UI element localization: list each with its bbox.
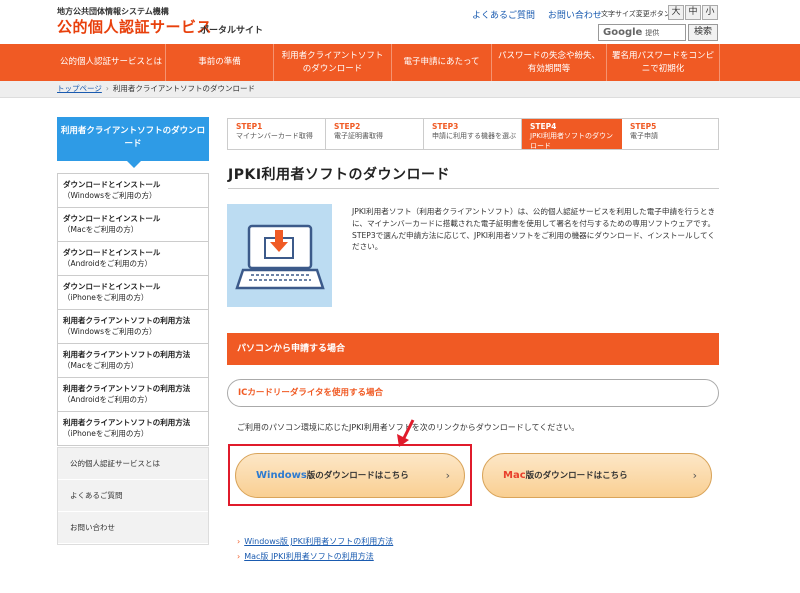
breadcrumb-current: 利用者クライアントソフトのダウンロード: [112, 84, 256, 93]
sidebar-item-sub: （Androidをご利用の方）: [63, 394, 152, 404]
sidebar-item-sub: （Windowsをご利用の方）: [63, 326, 157, 336]
breadcrumb-separator: ›: [105, 84, 109, 93]
sidebar-item-sub: （iPhoneをご利用の方）: [63, 428, 149, 438]
sidebar-item-usage-mac[interactable]: 利用者クライアントソフトの利用方法 （Macをご利用の方）: [57, 344, 209, 378]
site-header: 地方公共団体情報システム機構 公的個人認証サービス ポータルサイト よくあるご質…: [0, 0, 800, 44]
step-label: JPKI利用者ソフトのダウンロード: [530, 132, 613, 150]
global-nav: 公的個人認証サービスとは 事前の準備 利用者クライアントソフト のダウンロード …: [0, 44, 800, 81]
list-item: › Mac版 JPKI利用者ソフトの利用方法: [237, 549, 393, 564]
step-indicator: STEP1 マイナンバーカード取得 STEP2 電子証明書取得 STEP3 申請に利用…: [227, 118, 719, 150]
search-button[interactable]: 検索: [688, 24, 718, 41]
nav-item-e-application[interactable]: 電子申請にあたって: [391, 44, 491, 81]
red-pointer-arrow-icon: [397, 419, 415, 447]
usage-links: › Windows版 JPKI利用者ソフトの利用方法 › Mac版 JPKI利用者ソ…: [237, 534, 393, 564]
mac-download-button[interactable]: Mac版のダウンロードはこちら ›: [482, 453, 712, 498]
search-placeholder: 提供: [645, 29, 660, 37]
step-label: マイナンバーカード取得: [236, 132, 313, 141]
laptop-download-illustration: [227, 204, 332, 307]
sidebar-item-label: ダウンロードとインストール: [63, 248, 161, 257]
step-number: STEP5: [630, 122, 657, 131]
sidebar-item-usage-iphone[interactable]: 利用者クライアントソフトの利用方法 （iPhoneをご利用の方）: [57, 412, 209, 446]
sidebar-item-label: ダウンロードとインストール: [63, 214, 161, 223]
contact-link[interactable]: お問い合わせ: [548, 11, 602, 21]
fontsize-label: 文字サイズ変更ボタン: [601, 10, 671, 18]
intro-text: JPKI利用者ソフト（利用者クライアントソフト）は、公的個人認証サービスを利用し…: [352, 206, 720, 253]
step-label: 電子申請: [630, 132, 658, 141]
windows-usage-link[interactable]: Windows版 JPKI利用者ソフトの利用方法: [244, 537, 393, 546]
sidebar-heading: 利用者クライアントソフトのダウンロード: [57, 117, 209, 168]
laptop-download-icon: [235, 224, 325, 290]
sidebar-item-label: 利用者クライアントソフトの利用方法: [63, 316, 191, 325]
breadcrumb-home[interactable]: トップページ: [57, 84, 102, 93]
nav-item-convenience-reset[interactable]: 署名用パスワードをコンピ ニで初期化: [606, 44, 720, 81]
chevron-right-icon: ›: [237, 552, 241, 562]
sidebar-item-sub: （Androidをご利用の方）: [63, 258, 152, 268]
sidebar-item-install-iphone[interactable]: ダウンロードとインストール （iPhoneをご利用の方）: [57, 276, 209, 310]
fontsize-small-button[interactable]: 小: [702, 5, 718, 20]
step-number: STEP3: [432, 122, 459, 131]
sidebar-item-sub: （Macをご利用の方）: [63, 224, 139, 234]
breadcrumb: トップページ › 利用者クライアントソフトのダウンロード: [0, 81, 800, 98]
fontsize-large-button[interactable]: 大: [668, 5, 684, 20]
nav-item-password-lost[interactable]: パスワードの失念や紛失、 有効期間等: [491, 44, 606, 81]
step-1[interactable]: STEP1 マイナンバーカード取得: [228, 119, 326, 149]
sidebar-item-usage-windows[interactable]: 利用者クライアントソフトの利用方法 （Windowsをご利用の方）: [57, 310, 209, 344]
sidebar-item-sub: （iPhoneをご利用の方）: [63, 292, 149, 302]
sidebar-link-faq[interactable]: よくあるご質問: [58, 480, 208, 512]
windows-download-button[interactable]: Windows版のダウンロードはこちら ›: [235, 453, 465, 498]
sidebar-link-contact[interactable]: お問い合わせ: [58, 512, 208, 544]
nav-item-preparation[interactable]: 事前の準備: [165, 44, 273, 81]
step-3[interactable]: STEP3 申請に利用する機器を選ぶ: [424, 119, 522, 149]
windows-label: Windows: [256, 470, 307, 481]
fontsize-medium-button[interactable]: 中: [685, 5, 701, 20]
sidebar-link-about[interactable]: 公的個人認証サービスとは: [58, 448, 208, 480]
list-item: › Windows版 JPKI利用者ソフトの利用方法: [237, 534, 393, 549]
nav-item-download[interactable]: 利用者クライアントソフト のダウンロード: [273, 44, 391, 81]
section-heading-pc: パソコンから申請する場合: [227, 333, 719, 365]
step-number: STEP1: [236, 122, 263, 131]
intro-paragraph-1: JPKI利用者ソフト（利用者クライアントソフト）は、公的個人認証サービスを利用し…: [352, 207, 716, 228]
faq-link[interactable]: よくあるご質問: [472, 11, 535, 21]
sidebar-item-usage-android[interactable]: 利用者クライアントソフトの利用方法 （Androidをご利用の方）: [57, 378, 209, 412]
nav-item-about[interactable]: 公的個人認証サービスとは: [57, 44, 165, 81]
sidebar-item-label: 利用者クライアントソフトの利用方法: [63, 350, 191, 359]
mac-usage-link[interactable]: Mac版 JPKI利用者ソフトの利用方法: [244, 552, 374, 561]
step-5[interactable]: STEP5 電子申請: [622, 119, 718, 149]
step-number: STEP4: [530, 122, 557, 131]
windows-button-text: 版のダウンロードはこちら: [306, 471, 409, 481]
chevron-right-icon: ›: [237, 537, 241, 546]
step-2[interactable]: STEP2 電子証明書取得: [326, 119, 424, 149]
sub-heading-ic-reader: ICカードリーダライタを使用する場合: [227, 379, 719, 407]
logo-portal-label: ポータルサイト: [200, 26, 264, 36]
step-label: 電子証明書取得: [334, 132, 383, 141]
mac-label: Mac: [503, 470, 526, 481]
sidebar-item-label: ダウンロードとインストール: [63, 180, 161, 189]
sidebar-item-sub: （Macをご利用の方）: [63, 360, 139, 370]
search-brand: Google: [603, 27, 643, 38]
search-input[interactable]: Google 提供: [598, 24, 686, 41]
site-logo[interactable]: 公的個人認証サービス: [57, 16, 212, 37]
page-title: JPKI利用者ソフトのダウンロード: [228, 167, 451, 183]
intro-paragraph-2: STEP3で選んだ申請方法に応じて、JPKI利用者ソフトをご利用の機器にダウンロ…: [352, 230, 715, 252]
sidebar-item-install-mac[interactable]: ダウンロードとインストール （Macをご利用の方）: [57, 208, 209, 242]
mac-button-text: 版のダウンロードはこちら: [525, 471, 628, 481]
chevron-right-icon: ›: [445, 469, 450, 482]
step-label: 申請に利用する機器を選ぶ: [432, 132, 516, 141]
sidebar-item-install-windows[interactable]: ダウンロードとインストール （Windowsをご利用の方）: [57, 173, 209, 208]
step-4-current: STEP4 JPKI利用者ソフトのダウンロード: [522, 119, 622, 150]
title-divider: [228, 188, 719, 189]
header-links: よくあるご質問 お問い合わせ: [472, 8, 612, 21]
sidebar-item-sub: （Windowsをご利用の方）: [63, 190, 157, 200]
sidebar-item-label: 利用者クライアントソフトの利用方法: [63, 384, 191, 393]
step-number: STEP2: [334, 122, 361, 131]
sidebar-item-label: ダウンロードとインストール: [63, 282, 161, 291]
chevron-right-icon: ›: [692, 469, 697, 482]
sidebar-item-label: 利用者クライアントソフトの利用方法: [63, 418, 191, 427]
sidebar-menu: ダウンロードとインストール （Windowsをご利用の方） ダウンロードとインスト…: [57, 173, 209, 446]
sidebar-secondary-menu: 公的個人認証サービスとは よくあるご質問 お問い合わせ: [57, 447, 209, 545]
sidebar-item-install-android[interactable]: ダウンロードとインストール （Androidをご利用の方）: [57, 242, 209, 276]
